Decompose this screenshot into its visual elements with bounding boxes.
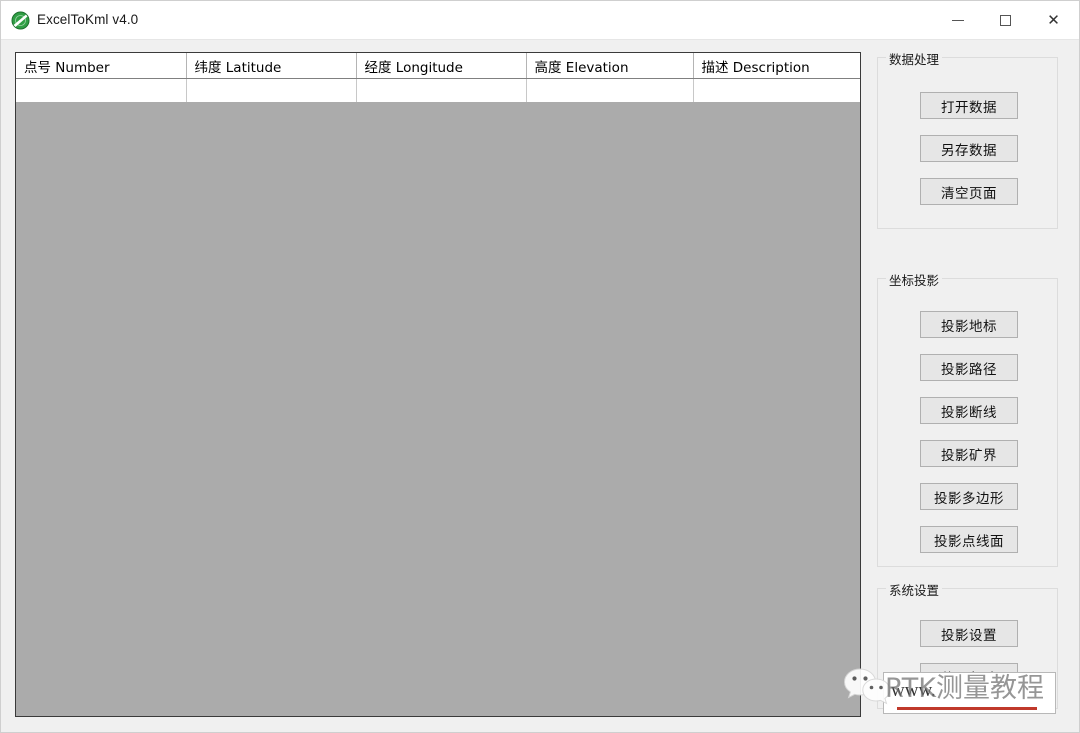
data-grid-table: 点号 Number 纬度 Latitude 经度 Longitude 高度 El… xyxy=(16,53,860,103)
group-label-coordinate-projection: 坐标投影 xyxy=(886,270,943,289)
cell-latitude[interactable] xyxy=(186,78,357,103)
close-icon: ✕ xyxy=(1047,10,1060,29)
app-icon xyxy=(11,11,30,30)
side-panel: 数据处理 打开数据 另存数据 清空页面 坐标投影 投影地标 投影路径 投影断线 … xyxy=(877,47,1060,719)
projection-settings-button[interactable]: 投影设置 xyxy=(920,620,1018,647)
url-text: www. xyxy=(891,680,936,701)
maximize-button[interactable] xyxy=(982,1,1029,39)
table-header-row: 点号 Number 纬度 Latitude 经度 Longitude 高度 El… xyxy=(16,53,860,79)
url-link-box[interactable]: www. xyxy=(883,672,1056,714)
cell-number[interactable] xyxy=(16,78,187,103)
group-label-system-settings: 系统设置 xyxy=(886,580,943,599)
project-mine-boundary-button[interactable]: 投影矿界 xyxy=(920,440,1018,467)
column-header-longitude[interactable]: 经度 Longitude xyxy=(356,53,527,79)
minimize-button[interactable] xyxy=(934,1,981,39)
save-data-button[interactable]: 另存数据 xyxy=(920,135,1018,162)
minimize-icon xyxy=(951,19,964,21)
group-data-processing: 数据处理 打开数据 另存数据 清空页面 xyxy=(877,49,1058,229)
grid-empty-area xyxy=(16,102,860,716)
project-polygon-button[interactable]: 投影多边形 xyxy=(920,483,1018,510)
group-label-data-processing: 数据处理 xyxy=(886,49,943,68)
column-header-latitude[interactable]: 纬度 Latitude xyxy=(186,53,357,79)
open-data-button[interactable]: 打开数据 xyxy=(920,92,1018,119)
project-breakline-button[interactable]: 投影断线 xyxy=(920,397,1018,424)
close-button[interactable]: ✕ xyxy=(1030,1,1077,39)
app-window: ExcelToKml v4.0 ✕ 点号 Number 纬度 Latitude xyxy=(0,0,1080,733)
column-header-elevation[interactable]: 高度 Elevation xyxy=(526,53,694,79)
cell-longitude[interactable] xyxy=(356,78,527,103)
clear-page-button[interactable]: 清空页面 xyxy=(920,178,1018,205)
maximize-icon xyxy=(1000,14,1011,26)
project-point-line-face-button[interactable]: 投影点线面 xyxy=(920,526,1018,553)
group-coordinate-projection: 坐标投影 投影地标 投影路径 投影断线 投影矿界 投影多边形 投影点线面 xyxy=(877,270,1058,567)
data-grid[interactable]: 点号 Number 纬度 Latitude 经度 Longitude 高度 El… xyxy=(15,52,861,717)
project-path-button[interactable]: 投影路径 xyxy=(920,354,1018,381)
url-underline xyxy=(897,707,1037,710)
cell-description[interactable] xyxy=(693,78,860,103)
column-header-description[interactable]: 描述 Description xyxy=(693,53,860,79)
project-landmark-button[interactable]: 投影地标 xyxy=(920,311,1018,338)
cell-elevation[interactable] xyxy=(526,78,694,103)
table-row[interactable] xyxy=(16,78,860,103)
column-header-number[interactable]: 点号 Number xyxy=(16,53,187,79)
title-bar: ExcelToKml v4.0 ✕ xyxy=(1,1,1079,40)
window-title: ExcelToKml v4.0 xyxy=(37,12,139,27)
